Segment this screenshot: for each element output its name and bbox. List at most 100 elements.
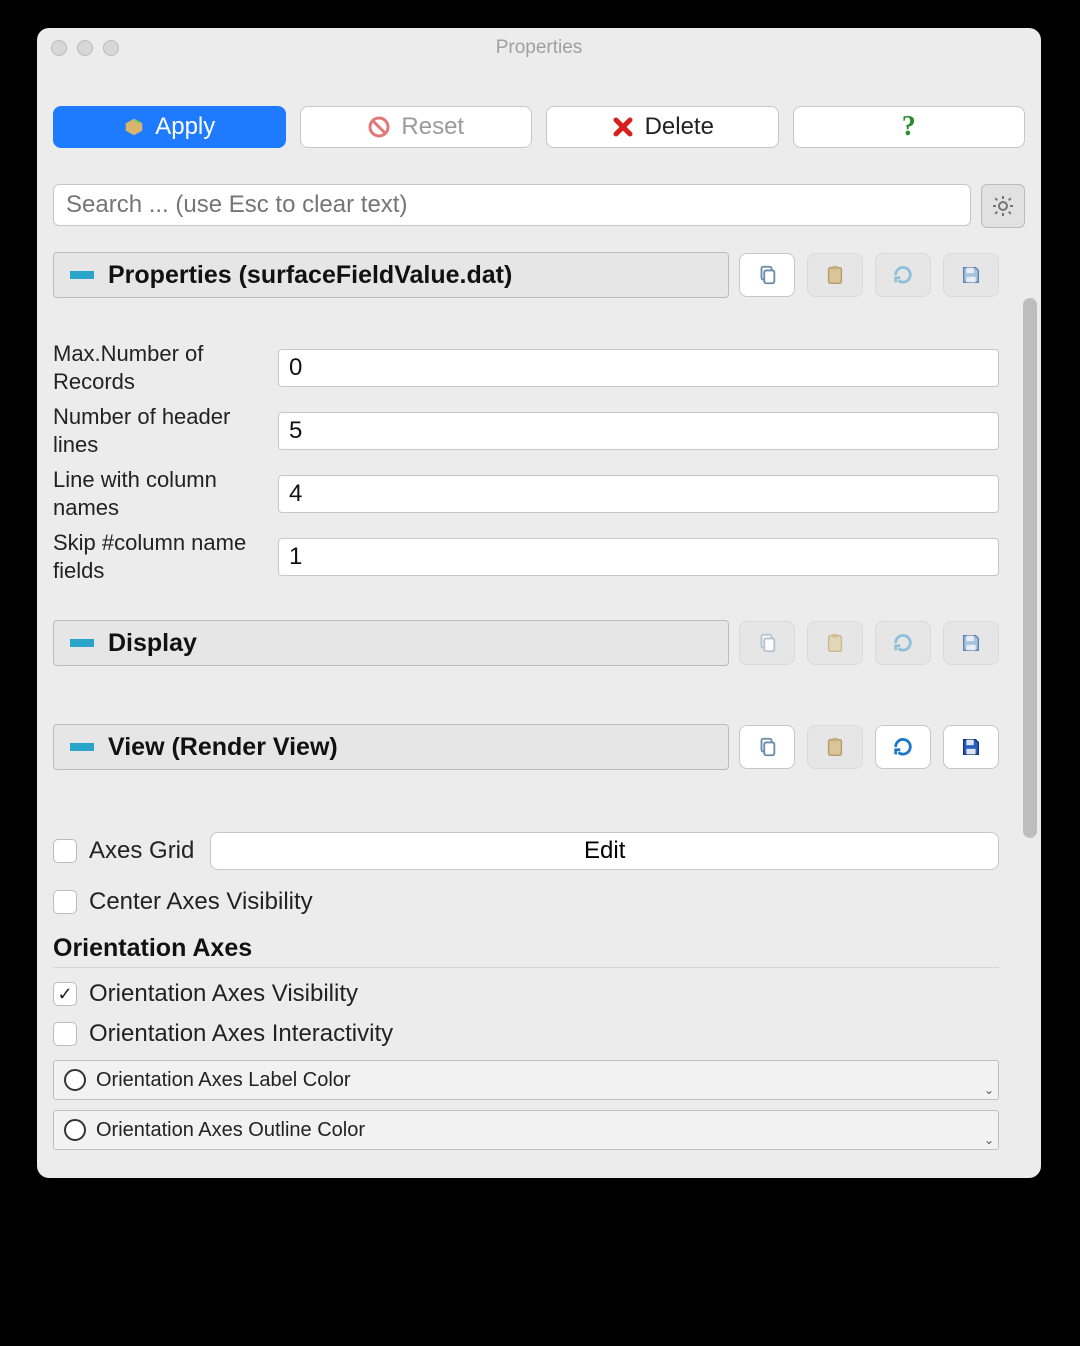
row-axes-grid: Axes Grid Edit xyxy=(53,832,999,870)
label-orientation-axes-interactivity: Orientation Axes Interactivity xyxy=(89,1020,393,1048)
reload-button[interactable] xyxy=(875,725,931,769)
copy-button[interactable] xyxy=(739,725,795,769)
combo-label: Orientation Axes Label Color xyxy=(96,1069,351,1092)
reset-button[interactable]: Reset xyxy=(300,106,533,148)
paste-button[interactable] xyxy=(807,253,863,297)
reload-icon xyxy=(892,264,914,286)
reload-button[interactable] xyxy=(875,621,931,665)
combo-orientation-axes-outline-color[interactable]: Orientation Axes Outline Color ⌄ xyxy=(53,1110,999,1150)
label-skip-column-fields: Skip #column name fields xyxy=(53,529,278,584)
close-window-button[interactable] xyxy=(51,40,67,56)
copy-icon xyxy=(756,264,778,286)
row-center-axes-visibility: Center Axes Visibility xyxy=(53,888,999,916)
scroll-area: Properties (surfaceFieldValue.dat) Max.N… xyxy=(53,252,1025,1150)
copy-button[interactable] xyxy=(739,621,795,665)
minimize-window-button[interactable] xyxy=(77,40,93,56)
reload-button[interactable] xyxy=(875,253,931,297)
section-properties-toggle[interactable]: Properties (surfaceFieldValue.dat) xyxy=(53,252,729,298)
x-icon xyxy=(611,115,635,139)
section-properties-header: Properties (surfaceFieldValue.dat) xyxy=(53,252,999,298)
checkbox-center-axes-visibility[interactable] xyxy=(53,890,77,914)
section-properties-actions xyxy=(739,253,999,297)
reload-icon xyxy=(892,632,914,654)
save-button[interactable] xyxy=(943,253,999,297)
box-icon xyxy=(123,116,145,138)
color-swatch-icon xyxy=(64,1119,86,1141)
chevron-down-icon: ⌄ xyxy=(984,1133,994,1147)
reload-icon xyxy=(892,736,914,758)
edit-axes-grid-button[interactable]: Edit xyxy=(210,832,999,870)
properties-window: Properties Apply Reset Delete xyxy=(37,28,1041,1178)
label-axes-grid: Axes Grid xyxy=(89,837,194,865)
section-display-title: Display xyxy=(108,629,197,658)
row-skip-column-fields: Skip #column name fields xyxy=(53,529,999,584)
row-orientation-axes-visibility: ✓ Orientation Axes Visibility xyxy=(53,980,999,1008)
section-view-header: View (Render View) xyxy=(53,724,999,770)
label-orientation-axes-visibility: Orientation Axes Visibility xyxy=(89,980,358,1008)
gear-icon xyxy=(991,194,1015,218)
chevron-down-icon: ⌄ xyxy=(984,1083,994,1097)
edit-label: Edit xyxy=(584,837,625,865)
input-max-records[interactable] xyxy=(278,349,999,387)
section-display-header: Display xyxy=(53,620,999,666)
scrollbar-thumb[interactable] xyxy=(1023,298,1037,838)
save-button[interactable] xyxy=(943,725,999,769)
checkbox-orientation-axes-visibility[interactable]: ✓ xyxy=(53,982,77,1006)
save-button[interactable] xyxy=(943,621,999,665)
copy-icon xyxy=(756,632,778,654)
input-skip-column-fields[interactable] xyxy=(278,538,999,576)
help-icon: ? xyxy=(902,111,916,143)
window-controls xyxy=(51,40,119,56)
label-header-lines: Number of header lines xyxy=(53,403,278,458)
delete-button[interactable]: Delete xyxy=(546,106,779,148)
row-max-records: Max.Number of Records xyxy=(53,340,999,395)
collapse-icon xyxy=(70,271,94,279)
label-center-axes-visibility: Center Axes Visibility xyxy=(89,888,313,916)
row-orientation-axes-interactivity: Orientation Axes Interactivity xyxy=(53,1020,999,1048)
checkbox-orientation-axes-interactivity[interactable] xyxy=(53,1022,77,1046)
save-icon xyxy=(960,632,982,654)
combo-label: Orientation Axes Outline Color xyxy=(96,1119,365,1142)
checkbox-axes-grid[interactable] xyxy=(53,839,77,863)
paste-icon xyxy=(824,264,846,286)
collapse-icon xyxy=(70,639,94,647)
paste-icon xyxy=(824,736,846,758)
paste-button[interactable] xyxy=(807,725,863,769)
color-swatch-icon xyxy=(64,1069,86,1091)
label-column-names-line: Line with column names xyxy=(53,466,278,521)
apply-label: Apply xyxy=(155,113,215,141)
titlebar: Properties xyxy=(37,28,1041,68)
label-max-records: Max.Number of Records xyxy=(53,340,278,395)
row-column-names-line: Line with column names xyxy=(53,466,999,521)
search-input[interactable] xyxy=(53,184,971,226)
collapse-icon xyxy=(70,743,94,751)
section-properties-title: Properties (surfaceFieldValue.dat) xyxy=(108,261,512,290)
section-view-toggle[interactable]: View (Render View) xyxy=(53,724,729,770)
search-row xyxy=(53,184,1025,228)
copy-icon xyxy=(756,736,778,758)
combo-orientation-axes-label-color[interactable]: Orientation Axes Label Color ⌄ xyxy=(53,1060,999,1100)
input-header-lines[interactable] xyxy=(278,412,999,450)
settings-button[interactable] xyxy=(981,184,1025,228)
paste-icon xyxy=(824,632,846,654)
apply-button[interactable]: Apply xyxy=(53,106,286,148)
section-display-actions xyxy=(739,621,999,665)
paste-button[interactable] xyxy=(807,621,863,665)
copy-button[interactable] xyxy=(739,253,795,297)
no-entry-icon xyxy=(367,115,391,139)
delete-label: Delete xyxy=(645,113,714,141)
row-header-lines: Number of header lines xyxy=(53,403,999,458)
window-title: Properties xyxy=(49,37,1029,59)
content-area: Apply Reset Delete ? xyxy=(37,68,1041,1178)
input-column-names-line[interactable] xyxy=(278,475,999,513)
section-display-toggle[interactable]: Display xyxy=(53,620,729,666)
reset-label: Reset xyxy=(401,113,464,141)
section-view-actions xyxy=(739,725,999,769)
heading-orientation-axes: Orientation Axes xyxy=(53,934,999,968)
zoom-window-button[interactable] xyxy=(103,40,119,56)
save-icon xyxy=(960,264,982,286)
section-view-title: View (Render View) xyxy=(108,733,338,762)
save-icon xyxy=(960,736,982,758)
top-button-row: Apply Reset Delete ? xyxy=(53,106,1025,148)
help-button[interactable]: ? xyxy=(793,106,1026,148)
